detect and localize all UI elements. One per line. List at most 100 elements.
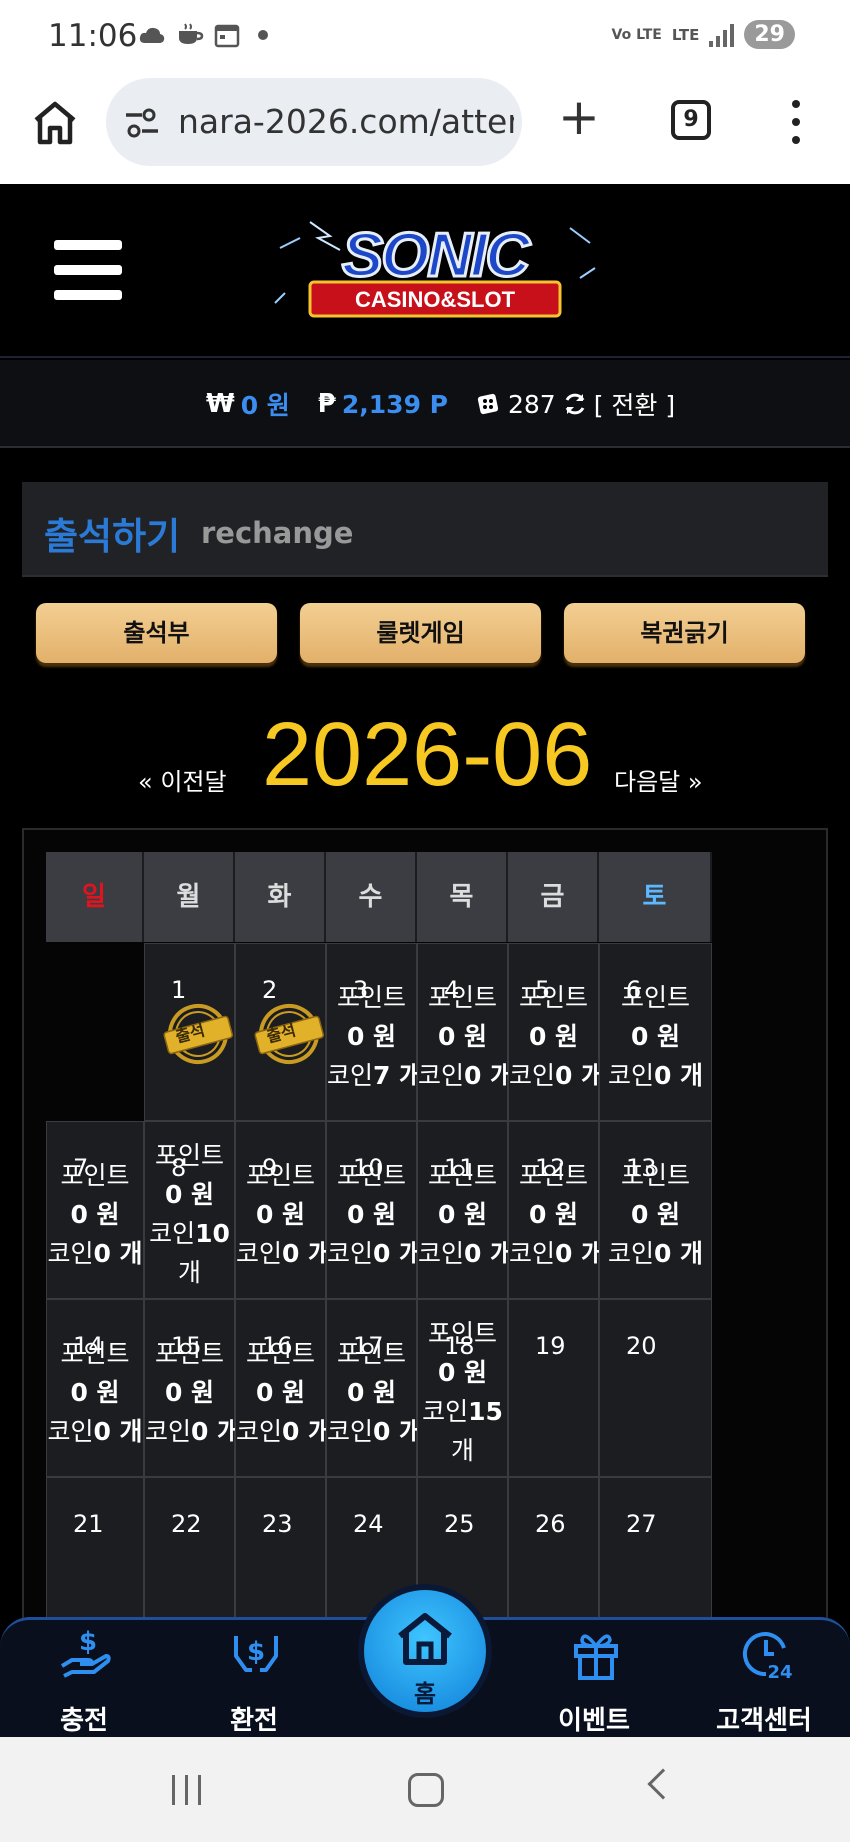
prev-month-link[interactable]: « 이전달 bbox=[138, 762, 227, 797]
tab-roulette-button[interactable]: 룰렛게임 bbox=[300, 603, 541, 663]
coin-value: 0 개 bbox=[555, 1239, 605, 1268]
calendar-day-cell[interactable]: 20 bbox=[599, 1299, 712, 1477]
coin-unit: 개 bbox=[450, 1436, 474, 1465]
coin-line: 코인0 개 bbox=[47, 1412, 143, 1451]
calendar-day-cell[interactable]: 18 포인트 0 원 코인15 개 bbox=[417, 1299, 508, 1477]
calendar-day-cell[interactable]: 10 포인트 0 원 코인0 개 bbox=[326, 1121, 422, 1299]
coin-line: 코인0 개 bbox=[418, 1056, 513, 1095]
coin-line: 코인0 개 bbox=[145, 1412, 240, 1451]
nav-support[interactable]: 24 고객센터 bbox=[704, 1620, 824, 1740]
coin-line: 코인7 개 bbox=[327, 1056, 422, 1095]
coin-value: 0 개 bbox=[653, 1239, 704, 1268]
point-value: 0 원 bbox=[346, 1022, 397, 1051]
nav-exchange-label: 환전 bbox=[230, 1706, 278, 1736]
point-label: 포인트 bbox=[620, 1161, 690, 1190]
nav-event[interactable]: 이벤트 bbox=[534, 1620, 654, 1740]
calendar-day-cell[interactable]: 15 포인트 0 원 코인0 개 bbox=[144, 1299, 240, 1477]
calendar-day-cell[interactable]: 3 포인트 0 원 코인7 개 bbox=[326, 943, 422, 1121]
sonic-casino-logo[interactable]: SONIC CASINO&SLOT bbox=[270, 208, 600, 328]
svg-text:$: $ bbox=[79, 1627, 97, 1657]
calendar-day-cell[interactable]: 4 포인트 0 원 코인0 개 bbox=[417, 943, 513, 1121]
coin-label: 코인 bbox=[149, 1219, 196, 1248]
coin-line: 코인0 개 bbox=[418, 1234, 513, 1273]
page-title: 출석하기 bbox=[44, 515, 181, 558]
browser-home-icon[interactable] bbox=[30, 98, 80, 148]
day-number: 22 bbox=[171, 1510, 202, 1538]
calendar-day-cell[interactable]: 6 포인트 0 원 코인0 개 bbox=[599, 943, 712, 1121]
coin-line: 코인0 개 bbox=[236, 1412, 331, 1451]
coin-line: 코인0 개 bbox=[327, 1234, 422, 1273]
coin-label: 코인 bbox=[607, 1061, 654, 1090]
coin-value: 0 개 bbox=[282, 1417, 332, 1446]
coin-value: 0 개 bbox=[93, 1417, 143, 1446]
calendar-day-cell[interactable]: 7 포인트 0 원 코인0 개 bbox=[46, 1121, 144, 1299]
url-text: nara-2026.com/atten bbox=[178, 102, 514, 141]
tab-lottery-button[interactable]: 복권긁기 bbox=[564, 603, 805, 663]
coin-label: 코인 bbox=[327, 1417, 374, 1446]
calendar-day-cell[interactable]: 2 출석 bbox=[235, 943, 326, 1121]
calendar-day-cell[interactable]: 12 포인트 0 원 코인0 개 bbox=[508, 1121, 604, 1299]
point-value: 0 원 bbox=[70, 1200, 120, 1229]
calendar-day-cell[interactable]: 14 포인트 0 원 코인0 개 bbox=[46, 1299, 144, 1477]
refresh-icon[interactable] bbox=[562, 391, 588, 417]
point-label: 포인트 bbox=[60, 1161, 130, 1190]
calendar-day-cell[interactable]: 1 출석 bbox=[144, 943, 235, 1121]
coin-icon bbox=[477, 393, 499, 415]
coin-label: 코인 bbox=[327, 1239, 374, 1268]
coin-line: 코인15 bbox=[418, 1392, 507, 1431]
lte-icon: LTE bbox=[671, 25, 700, 44]
calendar-day-cell[interactable]: 13 포인트 0 원 코인0 개 bbox=[599, 1121, 712, 1299]
calendar-day-cell[interactable]: 5 포인트 0 원 코인0 개 bbox=[508, 943, 604, 1121]
point-value: 0 원 bbox=[70, 1378, 120, 1407]
point-value: 0 원 bbox=[630, 1200, 681, 1229]
point-label: 포인트 bbox=[620, 983, 690, 1012]
calendar-day-cell[interactable]: 9 포인트 0 원 코인0 개 bbox=[235, 1121, 331, 1299]
nav-charge[interactable]: $ 충전 bbox=[24, 1620, 144, 1740]
nav-exchange[interactable]: $ 환전 bbox=[194, 1620, 314, 1740]
coin-label: 코인 bbox=[418, 1061, 465, 1090]
nav-support-label: 고객센터 bbox=[716, 1706, 812, 1736]
weekday-header: 월 bbox=[144, 852, 235, 942]
calendar-day-cell[interactable]: 8 포인트 0 원 코인10 개 bbox=[144, 1121, 235, 1299]
signal-icon bbox=[709, 23, 735, 47]
gift-icon bbox=[574, 1634, 618, 1680]
nav-home-button[interactable]: 홈 bbox=[358, 1584, 492, 1718]
recent-apps-icon[interactable] bbox=[172, 1775, 201, 1805]
day-reward-info: 포인트 0 원 코인0 개 bbox=[145, 1334, 240, 1451]
point-label: 포인트 bbox=[518, 1161, 588, 1190]
weekday-header: 수 bbox=[326, 852, 417, 942]
tab-switcher-button[interactable]: 9 bbox=[671, 100, 711, 140]
site-settings-icon[interactable] bbox=[124, 106, 160, 140]
svg-text:24: 24 bbox=[767, 1662, 792, 1682]
tab-attendance-button[interactable]: 출석부 bbox=[36, 603, 277, 663]
coin-balance: 287 bbox=[508, 389, 556, 419]
coin-unit: 개 bbox=[177, 1258, 201, 1287]
back-icon[interactable] bbox=[647, 1768, 679, 1800]
convert-button[interactable]: [ 전환 ] bbox=[594, 386, 675, 422]
point-icon: ₱ bbox=[317, 389, 336, 419]
coin-value: 0 개 bbox=[464, 1239, 514, 1268]
calendar-day-cell[interactable]: 19 bbox=[508, 1299, 599, 1477]
point-label: 포인트 bbox=[336, 1161, 406, 1190]
new-tab-icon[interactable]: + bbox=[558, 92, 600, 142]
weekday-header: 화 bbox=[235, 852, 326, 942]
cloud-icon bbox=[139, 27, 165, 43]
address-bar[interactable]: nara-2026.com/atten bbox=[106, 78, 522, 166]
system-home-icon[interactable] bbox=[408, 1773, 444, 1807]
day-reward-info: 포인트 0 원 코인0 개 bbox=[327, 1334, 422, 1451]
calendar-day-cell[interactable]: 11 포인트 0 원 코인0 개 bbox=[417, 1121, 513, 1299]
coin-value: 0 개 bbox=[653, 1061, 704, 1090]
calendar-day-cell[interactable]: 17 포인트 0 원 코인0 개 bbox=[326, 1299, 422, 1477]
balance-info: ₩ 0 원 ₱ 2,139 P 287 [ 전환 ] bbox=[206, 386, 675, 422]
day-reward-info: 포인트 0 원 코인0 개 bbox=[47, 1334, 143, 1451]
next-month-link[interactable]: 다음달 » bbox=[614, 762, 703, 797]
calendar-day-cell[interactable]: 16 포인트 0 원 코인0 개 bbox=[235, 1299, 331, 1477]
system-nav-bar bbox=[0, 1737, 850, 1842]
hamburger-menu-icon[interactable] bbox=[54, 240, 122, 300]
svg-text:$: $ bbox=[247, 1637, 265, 1667]
page-subtitle: rechange bbox=[201, 516, 354, 550]
point-value: 0 원 bbox=[164, 1378, 215, 1407]
more-menu-icon[interactable] bbox=[790, 100, 802, 144]
day-number: 20 bbox=[626, 1332, 657, 1360]
svg-text:SONIC: SONIC bbox=[342, 221, 532, 290]
